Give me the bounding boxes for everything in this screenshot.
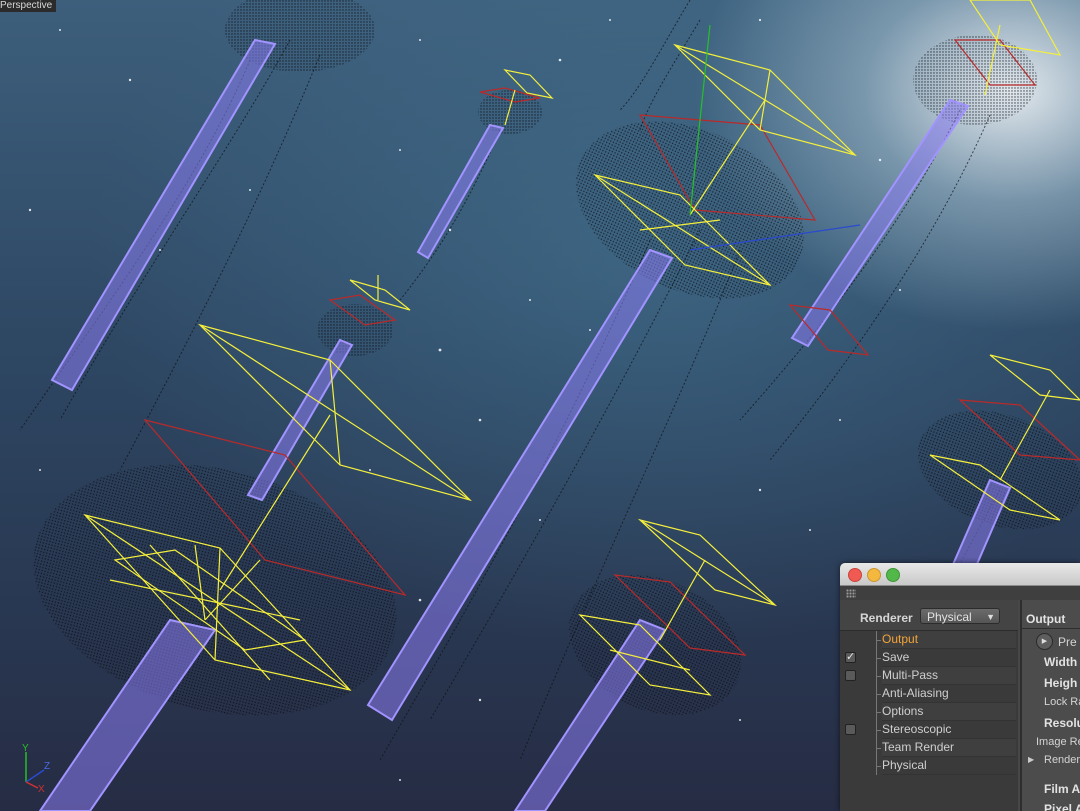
output-section-title: Output bbox=[1026, 612, 1066, 626]
viewport-label: Perspective bbox=[0, 0, 57, 12]
settings-item-label: Team Render bbox=[882, 739, 1016, 757]
settings-item-label: Output bbox=[882, 631, 1016, 649]
settings-item-multi-pass[interactable]: Multi-Pass bbox=[840, 667, 1018, 685]
settings-item-label: Stereoscopic bbox=[882, 721, 1016, 739]
renderer-row: Renderer Physical ▼ bbox=[840, 600, 1018, 631]
settings-item-output[interactable]: Output bbox=[840, 631, 1018, 649]
pixel-aspect-label: Pixel A bbox=[1044, 802, 1080, 811]
settings-item-options[interactable]: Options bbox=[840, 703, 1018, 721]
minimize-button[interactable] bbox=[867, 568, 881, 582]
zoom-button[interactable] bbox=[886, 568, 900, 582]
preset-expand-button[interactable]: ▶ bbox=[1036, 633, 1053, 650]
window-toolbar bbox=[840, 586, 1080, 600]
settings-item-stereoscopic[interactable]: Stereoscopic bbox=[840, 721, 1018, 739]
settings-list-pane: Renderer Physical ▼ Output ✓ Save Multi-… bbox=[840, 600, 1018, 811]
render-region-label: Render bbox=[1044, 754, 1080, 766]
lock-ratio-label: Lock Ra bbox=[1044, 696, 1080, 708]
settings-item-anti-aliasing[interactable]: Anti-Aliasing bbox=[840, 685, 1018, 703]
settings-item-label: Anti-Aliasing bbox=[882, 685, 1016, 703]
close-button[interactable] bbox=[848, 568, 862, 582]
expand-arrow-icon[interactable]: ▶ bbox=[1028, 755, 1034, 764]
axis-x-label: X bbox=[38, 784, 45, 792]
output-settings-pane: Output ▶ Pre Width Heigh Lock Ra Resolu … bbox=[1020, 600, 1080, 811]
width-label: Width bbox=[1044, 655, 1078, 669]
axis-z-label: Z bbox=[44, 761, 50, 772]
settings-item-physical[interactable]: Physical bbox=[840, 757, 1018, 775]
chevron-down-icon: ▼ bbox=[986, 612, 995, 622]
renderer-selected-value: Physical bbox=[927, 610, 972, 624]
settings-item-label: Multi-Pass bbox=[882, 667, 1016, 685]
settings-item-label: Options bbox=[882, 703, 1016, 721]
axis-gizmo: Y Z X bbox=[22, 743, 50, 792]
settings-item-team-render[interactable]: Team Render bbox=[840, 739, 1018, 757]
multi-pass-checkbox[interactable] bbox=[845, 670, 856, 681]
image-resolution-label: Image Re bbox=[1036, 736, 1080, 748]
axis-y-label: Y bbox=[22, 743, 29, 754]
stereoscopic-checkbox[interactable] bbox=[845, 724, 856, 735]
save-checkbox[interactable]: ✓ bbox=[845, 652, 856, 663]
film-aspect-label: Film A bbox=[1044, 782, 1080, 796]
grip-icon[interactable] bbox=[846, 589, 856, 598]
settings-item-label: Physical bbox=[882, 757, 1016, 775]
preset-label: Pre bbox=[1058, 635, 1077, 649]
settings-list: Output ✓ Save Multi-Pass Anti-Aliasing O… bbox=[840, 631, 1018, 775]
renderer-label: Renderer bbox=[860, 611, 913, 625]
height-label: Heigh bbox=[1044, 676, 1078, 690]
render-settings-window: Renderer Physical ▼ Output ✓ Save Multi-… bbox=[840, 563, 1080, 811]
settings-item-save[interactable]: ✓ Save bbox=[840, 649, 1018, 667]
settings-item-label: Save bbox=[882, 649, 1016, 667]
renderer-dropdown[interactable]: Physical ▼ bbox=[920, 608, 1000, 624]
window-titlebar[interactable] bbox=[840, 563, 1080, 586]
resolution-label: Resolu bbox=[1044, 716, 1080, 730]
